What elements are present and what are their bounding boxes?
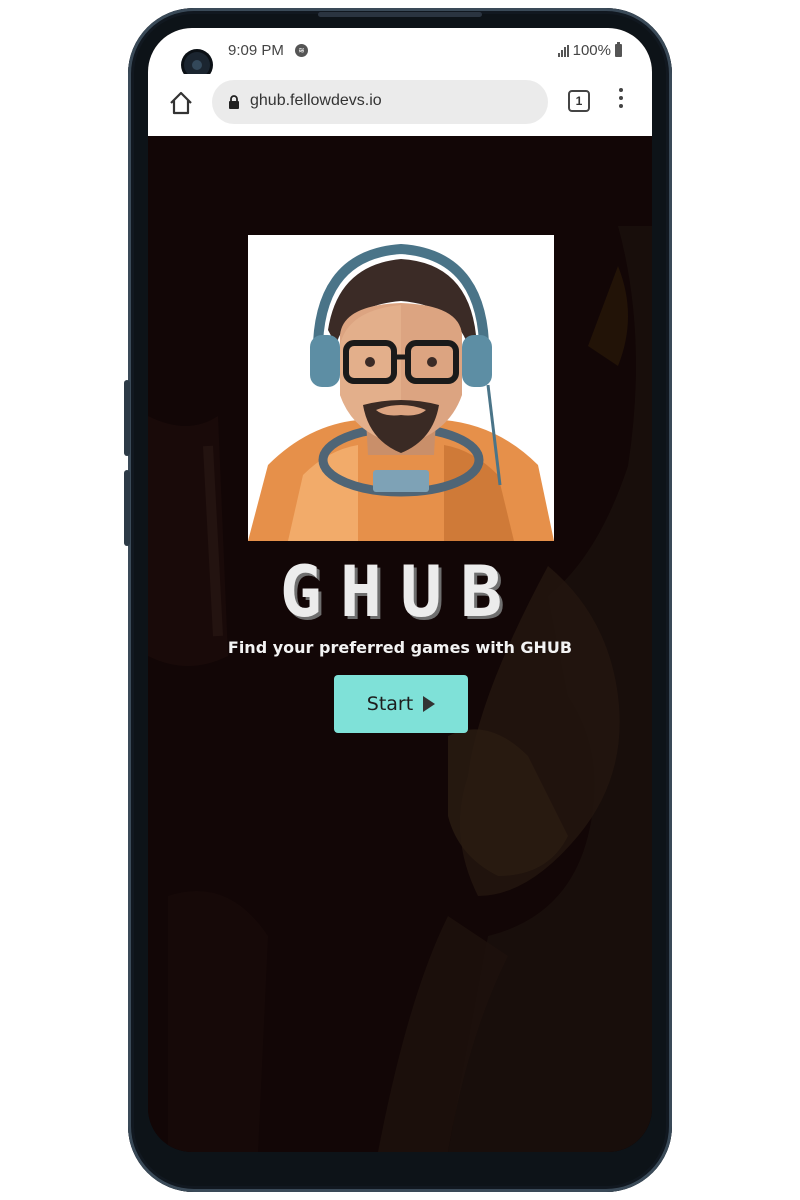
menu-icon[interactable] [618,88,624,112]
volume-down-button [124,470,130,546]
start-button-label: Start [366,693,414,715]
gamer-avatar-illustration [248,235,554,541]
browser-toolbar: ghub.fellowdevs.io 1 [148,74,652,137]
signal-icon [557,44,569,57]
tagline: Find your preferred games with GHUB [227,638,573,657]
spotify-icon: ≋ [295,44,308,57]
play-icon [423,696,436,712]
page-title: GHUB [279,551,521,633]
hero-avatar [248,235,554,541]
landing-page: GHUB Find your preferred games with GHUB… [148,136,652,1152]
tabs-icon[interactable]: 1 [568,90,590,112]
url-text: ghub.fellowdevs.io [250,92,382,109]
status-time: 9:09 PM [228,42,284,59]
home-icon[interactable] [168,90,194,116]
phone-speaker [318,12,482,17]
lock-icon [229,95,239,109]
status-right: 100% [557,42,622,59]
phone-screen: 9:09 PM ≋ 100% ghub.fellowdevs.io 1 GHUB… [148,28,652,1152]
start-button[interactable]: Start [334,675,468,733]
address-bar[interactable]: ghub.fellowdevs.io [212,80,548,124]
volume-up-button [124,380,130,456]
battery-percent: 100% [572,42,611,59]
status-bar: 9:09 PM ≋ 100% [148,28,652,78]
battery-icon [615,42,622,57]
